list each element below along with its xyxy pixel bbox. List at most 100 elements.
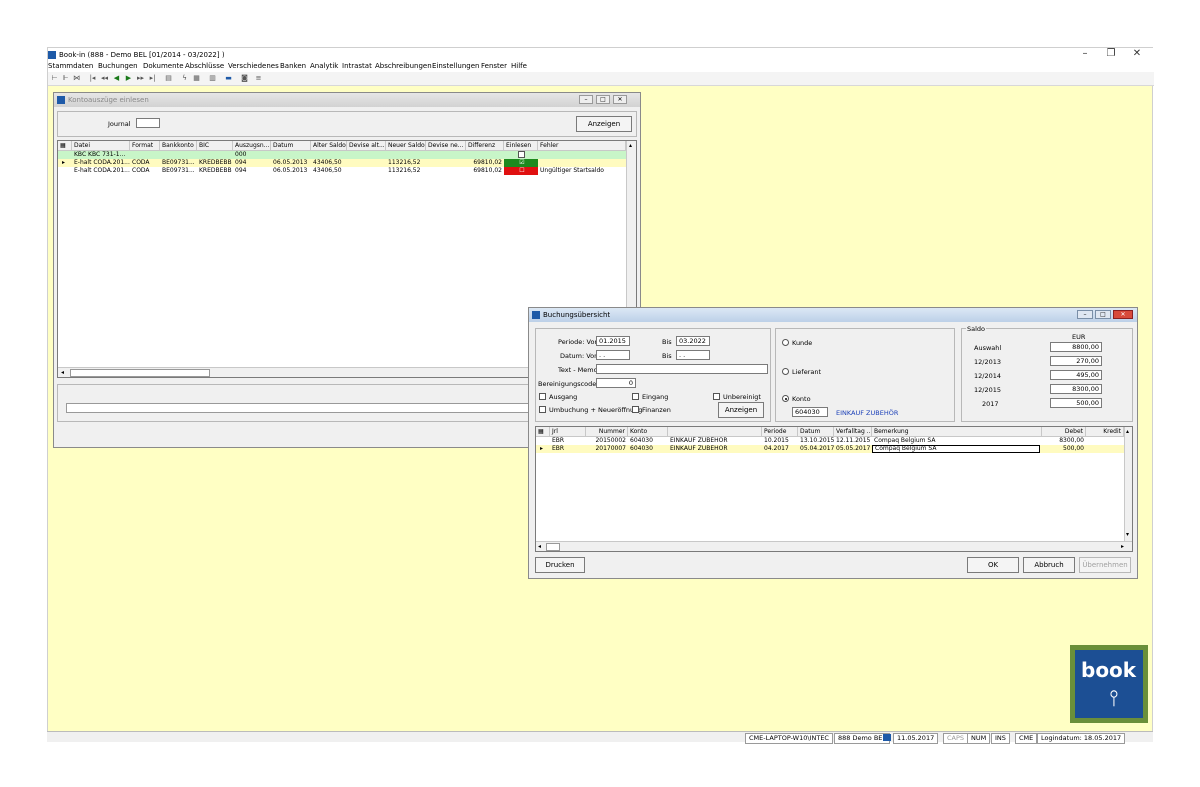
minimize-icon[interactable]: – (1077, 310, 1093, 319)
kunde-radio[interactable] (782, 339, 789, 346)
minimize-icon[interactable]: – (579, 95, 593, 104)
col-konto-name[interactable] (668, 427, 762, 437)
delete-icon[interactable]: ⋈ (72, 74, 81, 83)
col-format[interactable]: Format (130, 141, 160, 151)
menu-abschluesse[interactable]: Abschlüsse (185, 62, 224, 70)
menu-abschreibungen[interactable]: Abschreibungen (375, 62, 432, 70)
col-verfalltag[interactable]: Verfalltag ... (834, 427, 872, 437)
lieferant-radio[interactable] (782, 368, 789, 375)
grid-corner-icon[interactable]: ▦ (58, 141, 72, 151)
col-jrl[interactable]: Jrl (550, 427, 586, 437)
cell-bemerkung-editing[interactable]: Compaq Belgium SA (872, 445, 1040, 453)
datum-von-input[interactable]: . . (596, 350, 630, 360)
finanzen-checkbox[interactable] (632, 406, 639, 413)
next-page-icon[interactable]: ▸▸ (136, 74, 145, 83)
col-periode[interactable]: Periode (762, 427, 798, 437)
ok-button[interactable]: OK (967, 557, 1019, 573)
anzeigen-button[interactable]: Anzeigen (718, 402, 764, 418)
next-record-icon[interactable]: ▶ (124, 74, 133, 83)
text-memo-input[interactable] (596, 364, 768, 374)
bereinigung-input[interactable]: 0 (596, 378, 636, 388)
col-datum[interactable]: Datum (271, 141, 311, 151)
grid-icon[interactable]: ▥ (208, 74, 217, 83)
col-alter-saldo[interactable]: Alter Saldo (311, 141, 347, 151)
new-icon[interactable]: ⊢ (50, 74, 59, 83)
first-record-icon[interactable]: |◂ (88, 74, 97, 83)
konto-radio[interactable] (782, 395, 789, 402)
table-row-selected[interactable]: ▸ EBR 20170007 604030 EINKAUF ZUBEHÖR 04… (536, 445, 1124, 453)
list-icon[interactable]: ▤ (164, 74, 173, 83)
calculator-icon[interactable]: ▦ (192, 74, 201, 83)
restore-button[interactable]: ❐ (1104, 48, 1118, 59)
camera-icon[interactable]: ◙ (240, 74, 249, 83)
drucken-button[interactable]: Drucken (535, 557, 585, 573)
konto-number-input[interactable]: 604030 (792, 407, 828, 417)
minimize-button[interactable]: – (1078, 48, 1092, 59)
table-row[interactable]: KBC KBC 731-1... 000 (58, 151, 626, 159)
menu-intrastat[interactable]: Intrastat (342, 62, 372, 70)
col-konto[interactable]: Konto (628, 427, 668, 437)
einlesen-checked-cell[interactable]: ☑ (504, 159, 538, 167)
col-differenz[interactable]: Differenz (466, 141, 504, 151)
menu-stammdaten[interactable]: Stammdaten (48, 62, 93, 70)
grid-corner-icon[interactable]: ▦ (536, 427, 550, 437)
menu-lines-icon[interactable]: ≡ (254, 74, 263, 83)
maximize-icon[interactable]: □ (596, 95, 610, 104)
eingang-checkbox[interactable] (632, 393, 639, 400)
flash-icon[interactable]: ϟ (180, 74, 189, 83)
col-devise-alt[interactable]: Devise alt... (347, 141, 386, 151)
prev-page-icon[interactable]: ◂◂ (100, 74, 109, 83)
ausgang-checkbox[interactable] (539, 393, 546, 400)
scroll-up-icon[interactable]: ▴ (1126, 428, 1129, 435)
scroll-thumb[interactable] (546, 543, 560, 551)
col-devise-neu[interactable]: Devise ne... (426, 141, 466, 151)
menu-buchungen[interactable]: Buchungen (98, 62, 138, 70)
col-einlesen[interactable]: Einlesen (504, 141, 538, 151)
close-icon[interactable]: ✕ (1113, 310, 1133, 319)
close-button[interactable]: ✕ (1130, 48, 1144, 59)
close-icon[interactable]: ✕ (613, 95, 627, 104)
col-kredit[interactable]: Kredit (1086, 427, 1124, 437)
horizontal-scrollbar[interactable]: ◂ ▸ (536, 541, 1132, 551)
uebernehmen-button[interactable]: Übernehmen (1079, 557, 1131, 573)
col-bemerkung[interactable]: Bemerkung (872, 427, 1042, 437)
table-row[interactable]: EBR 20150002 604030 EINKAUF ZUBEHÖR 10.2… (536, 437, 1124, 445)
scroll-down-icon[interactable]: ▾ (1126, 531, 1129, 538)
anzeigen-button[interactable]: Anzeigen (576, 116, 632, 132)
scroll-up-icon[interactable]: ▴ (629, 142, 632, 149)
menu-verschiedenes[interactable]: Verschiedenes (228, 62, 279, 70)
unbereinigt-checkbox[interactable] (713, 393, 720, 400)
monitor-icon[interactable]: ▬ (224, 74, 233, 83)
menu-dokumente[interactable]: Dokumente (143, 62, 184, 70)
menu-fenster[interactable]: Fenster (481, 62, 507, 70)
col-neuer-saldo[interactable]: Neuer Saldo (386, 141, 426, 151)
col-bic[interactable]: BIC (197, 141, 233, 151)
scroll-right-icon[interactable]: ▸ (1121, 543, 1124, 550)
col-datum[interactable]: Datum (798, 427, 834, 437)
maximize-icon[interactable]: □ (1095, 310, 1111, 319)
table-row[interactable]: ▸ E-halt CODA.201... CODA BE09731... KRE… (58, 159, 626, 167)
menu-banken[interactable]: Banken (280, 62, 306, 70)
journal-input[interactable] (136, 118, 160, 128)
insert-icon[interactable]: ⊩ (61, 74, 70, 83)
col-bankkonto[interactable]: Bankkonto (160, 141, 197, 151)
col-datei[interactable]: Datei (72, 141, 130, 151)
einlesen-error-cell[interactable]: ☐ (504, 167, 538, 175)
menu-hilfe[interactable]: Hilfe (511, 62, 527, 70)
periode-von-input[interactable]: 01.2015 (596, 336, 630, 346)
abbruch-button[interactable]: Abbruch (1023, 557, 1075, 573)
prev-record-icon[interactable]: ◀ (112, 74, 121, 83)
menu-analytik[interactable]: Analytik (310, 62, 338, 70)
scroll-left-icon[interactable]: ◂ (538, 543, 541, 550)
col-auszug[interactable]: Auszugsn... (233, 141, 271, 151)
table-row[interactable]: E-halt CODA.201... CODA BE09731... KREDB… (58, 167, 626, 175)
datum-bis-input[interactable]: . . (676, 350, 710, 360)
scroll-thumb[interactable] (70, 369, 210, 377)
col-fehler[interactable]: Fehler (538, 141, 626, 151)
einlesen-checkbox[interactable] (518, 151, 525, 158)
umbuchung-checkbox[interactable] (539, 406, 546, 413)
col-nummer[interactable]: Nummer (586, 427, 628, 437)
periode-bis-input[interactable]: 03.2022 (676, 336, 710, 346)
last-record-icon[interactable]: ▸| (148, 74, 157, 83)
scroll-left-icon[interactable]: ◂ (61, 369, 64, 376)
